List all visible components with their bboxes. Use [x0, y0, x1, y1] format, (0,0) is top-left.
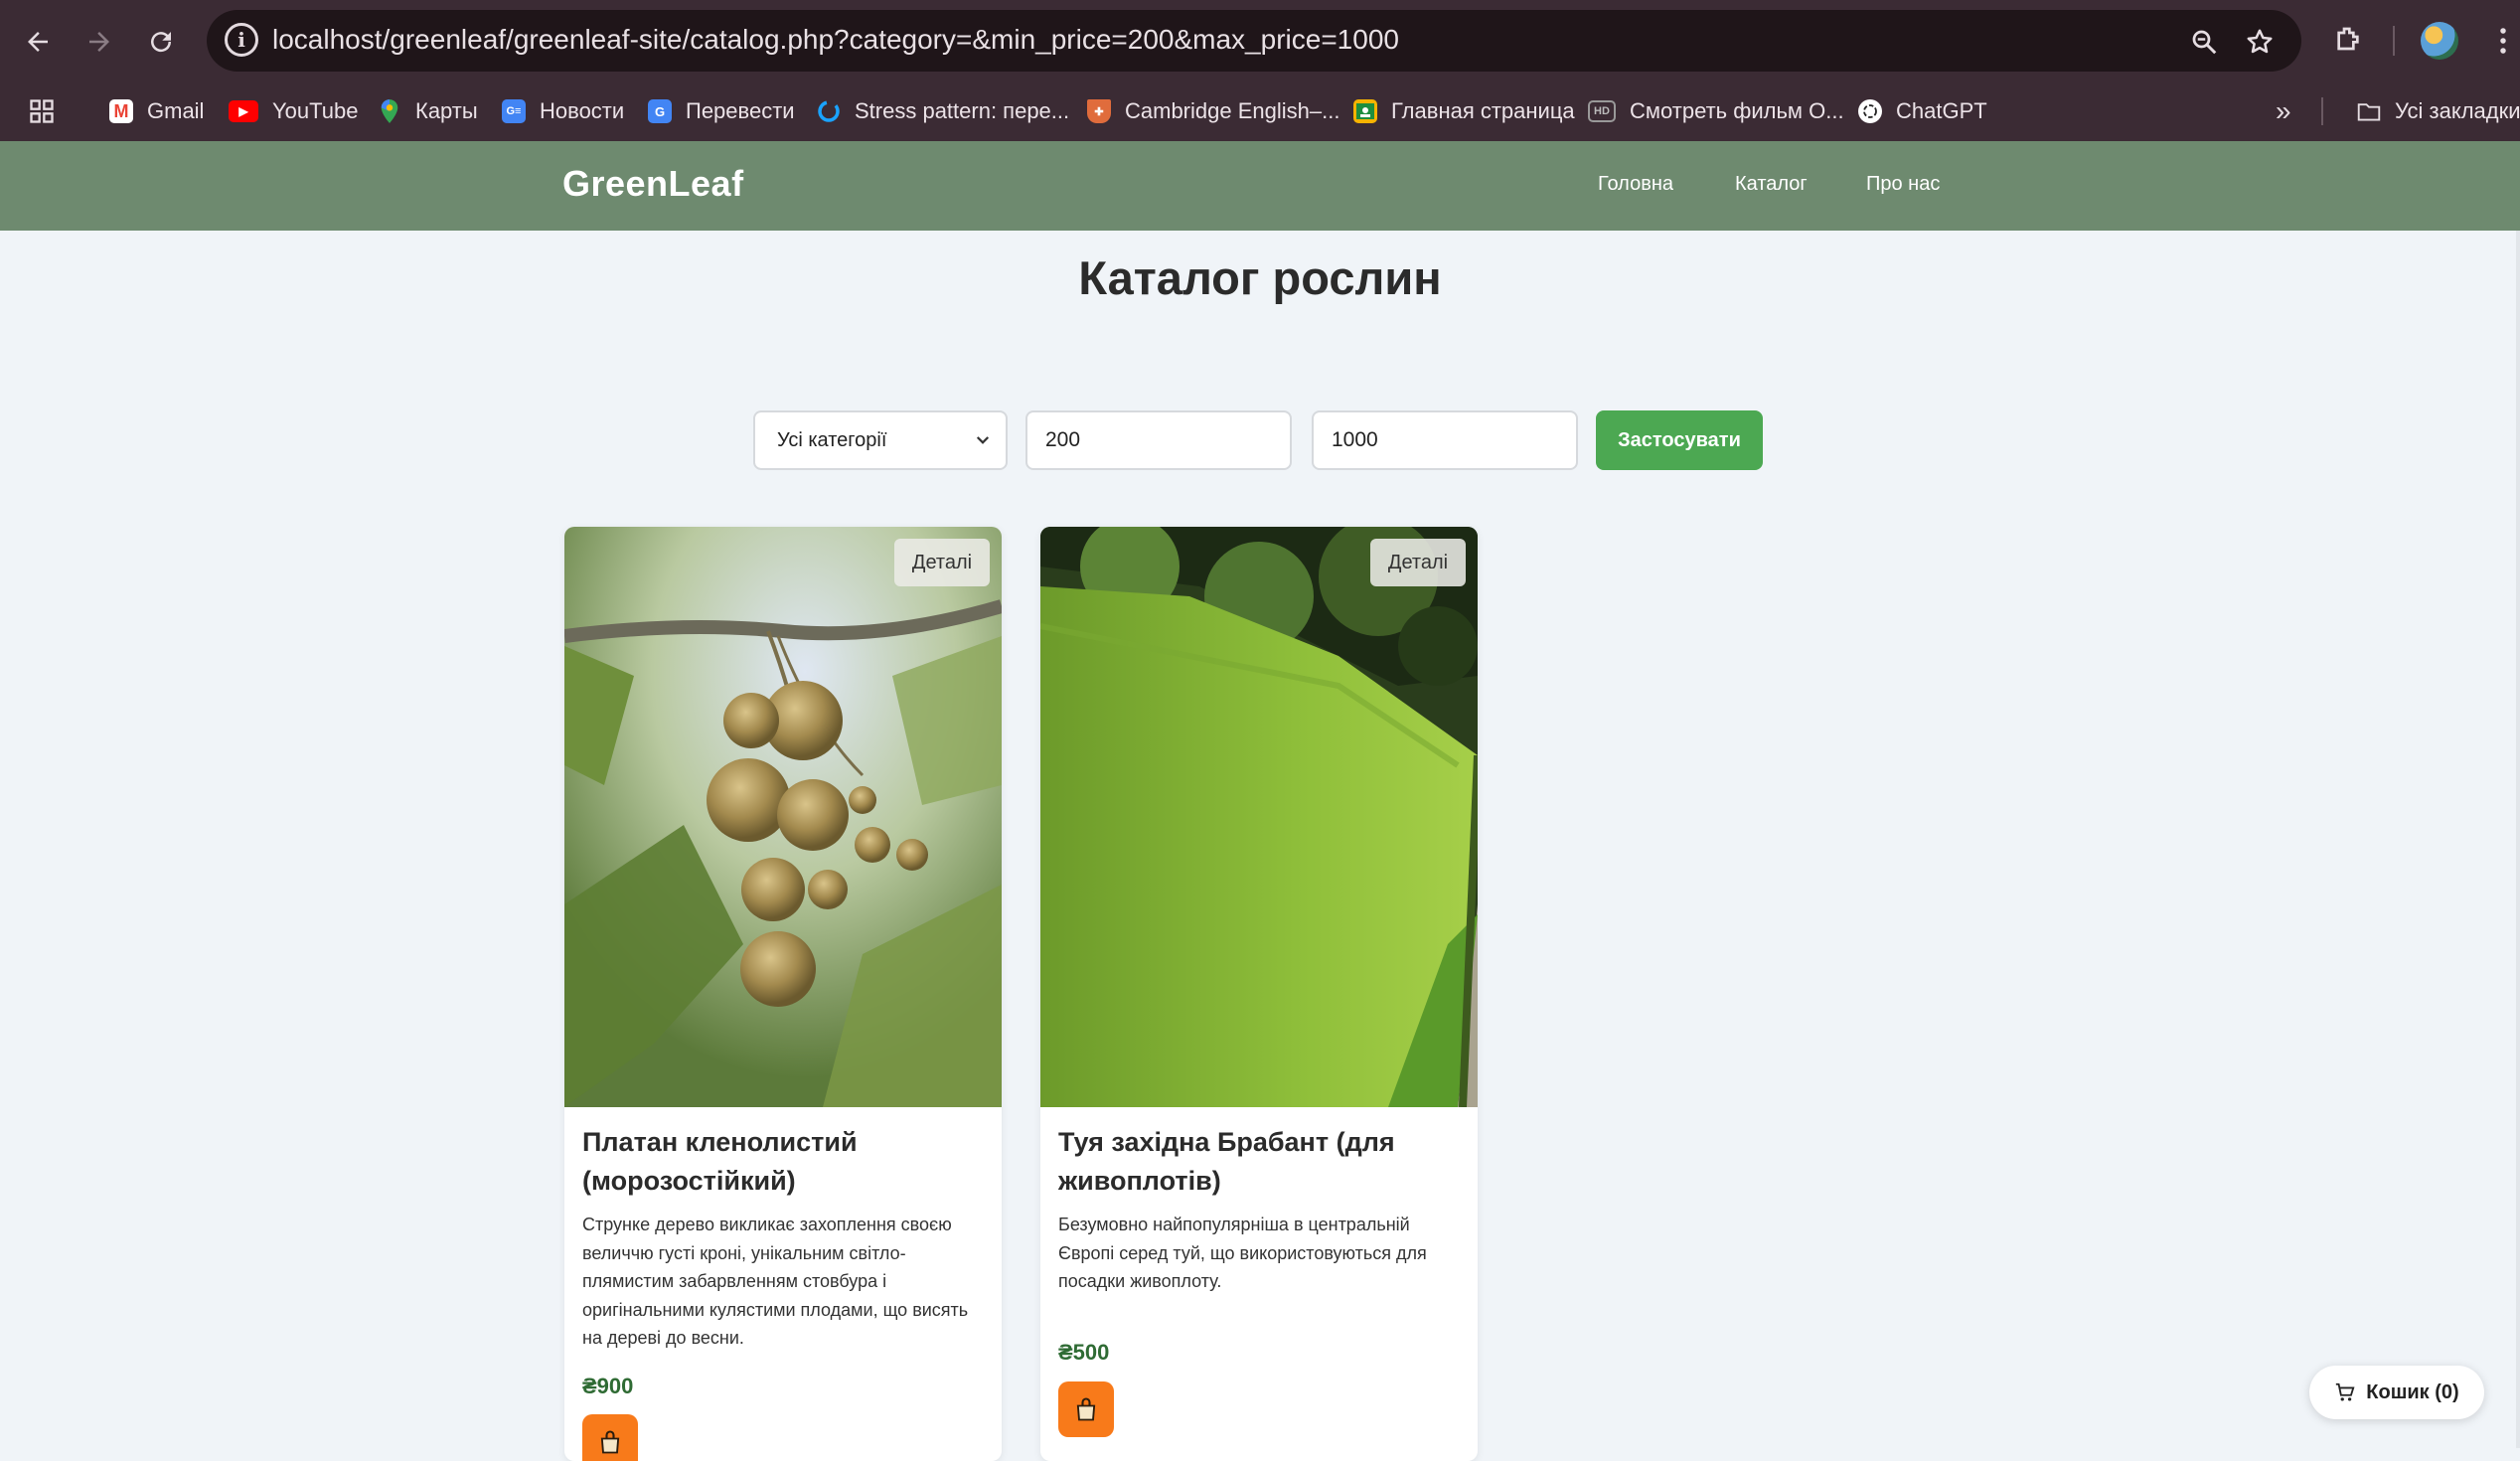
bookmark-label: ChatGPT	[1896, 98, 1987, 123]
add-to-cart-button[interactable]	[1058, 1381, 1114, 1437]
translate-icon: G	[648, 99, 672, 123]
category-select[interactable]: Усі категорії	[753, 410, 1008, 470]
classroom-icon	[1353, 99, 1377, 123]
details-button[interactable]: Деталі	[1370, 539, 1466, 586]
bookmark-news[interactable]: G≡ Новости	[502, 93, 624, 129]
nav-link-catalog[interactable]: Каталог	[1735, 173, 1808, 196]
min-price-input[interactable]: 200	[1025, 410, 1292, 470]
bookmark-translate[interactable]: G Перевести	[648, 93, 795, 129]
bookmark-maps[interactable]: Карты	[378, 93, 478, 129]
profile-avatar[interactable]	[2421, 22, 2458, 60]
folder-icon	[2357, 99, 2381, 123]
toolbar-divider	[2393, 26, 2395, 56]
page-title: Каталог рослин	[1078, 251, 1442, 304]
product-image-thuja-hedge[interactable]	[1040, 527, 1478, 1107]
bookmark-gmail[interactable]: M Gmail	[109, 93, 204, 129]
nav-link-about[interactable]: Про нас	[1866, 173, 1940, 196]
chatgpt-icon	[1858, 99, 1882, 123]
reload-icon	[151, 32, 172, 53]
add-to-cart-button[interactable]	[582, 1414, 638, 1461]
browser-toolbar: i localhost/greenleaf/greenleaf-site/cat…	[0, 0, 2520, 81]
cart-icon	[2336, 1382, 2355, 1401]
cart-button[interactable]: Кошик (0)	[2309, 1366, 2484, 1419]
site-header: GreenLeaf Головна Каталог Про нас	[0, 141, 2520, 231]
gmail-icon: M	[109, 99, 133, 123]
news-icon: G≡	[502, 99, 526, 123]
category-selected-value: Усі категорії	[777, 429, 887, 451]
bookmark-stress-pattern[interactable]: Stress pattern: пере...	[817, 93, 1069, 129]
all-bookmarks-folder[interactable]: Усі закладки	[2357, 93, 2520, 129]
back-button[interactable]	[10, 14, 66, 70]
details-button[interactable]: Деталі	[894, 539, 990, 586]
bookmark-label: Главная страница	[1391, 98, 1575, 123]
nav-link-home[interactable]: Головна	[1598, 173, 1673, 196]
site-info-icon[interactable]: i	[225, 23, 258, 57]
hd-icon: HD	[1588, 100, 1616, 122]
bookmark-label: Cambridge English–...	[1125, 98, 1340, 123]
address-bar[interactable]: i localhost/greenleaf/greenleaf-site/cat…	[207, 10, 2301, 72]
cambridge-shield-icon: ✚	[1087, 99, 1111, 123]
bookmark-label: Карты	[415, 98, 478, 123]
product-card: Деталі Туя західна Брабант (для живоплот…	[1040, 527, 1478, 1461]
bookmark-youtube[interactable]: ▶ YouTube	[229, 93, 358, 129]
bookmarks-bar: M Gmail ▶ YouTube Карты G≡ Новости G Пер…	[0, 81, 2520, 142]
product-price: ₴500	[1058, 1340, 1110, 1365]
site-logo[interactable]: GreenLeaf	[562, 163, 744, 205]
cart-label: Кошик (0)	[2366, 1380, 2459, 1403]
apply-filters-button[interactable]: Застосувати	[1596, 410, 1763, 470]
product-image-plane-tree[interactable]	[564, 527, 1002, 1107]
maps-pin-icon	[378, 99, 401, 123]
bookmark-chatgpt[interactable]: ChatGPT	[1858, 93, 1987, 129]
bookmark-label: Смотреть фильм О...	[1630, 98, 1844, 123]
star-bookmark-icon[interactable]	[2240, 22, 2280, 62]
apps-grid-icon[interactable]	[28, 93, 56, 129]
shopping-bag-icon	[1076, 1397, 1096, 1421]
product-card: Деталі Платан кленолистий (морозостійкий…	[564, 527, 1002, 1461]
page-scrollbar[interactable]	[2516, 231, 2520, 1448]
product-price: ₴900	[582, 1374, 634, 1398]
zoom-icon[interactable]	[2184, 22, 2224, 62]
browser-menu-icon[interactable]	[2478, 16, 2520, 66]
extensions-icon[interactable]	[2323, 16, 2373, 66]
max-price-input[interactable]: 1000	[1312, 410, 1578, 470]
bookmark-label: Новости	[540, 98, 625, 123]
more-bookmarks-icon[interactable]: »	[2276, 93, 2291, 129]
bookmark-cambridge[interactable]: ✚ Cambridge English–...	[1087, 93, 1339, 129]
product-title[interactable]: Платан кленолистий (морозостійкий)	[582, 1123, 980, 1201]
product-description: Струнке дерево викликає захоплення своєю…	[582, 1215, 969, 1348]
bookmark-label: YouTube	[272, 98, 359, 123]
shopping-bag-icon	[600, 1430, 620, 1454]
bookmark-label: Перевести	[686, 98, 795, 123]
url-text[interactable]: localhost/greenleaf/greenleaf-site/catal…	[272, 24, 1399, 56]
arrow-right-icon	[89, 32, 109, 52]
forward-button[interactable]	[72, 14, 127, 70]
product-description: Безумовно найпопулярніша в центральній Є…	[1058, 1215, 1427, 1291]
bookmarks-divider	[2321, 97, 2323, 125]
bookmark-label: Gmail	[147, 98, 205, 123]
bookmark-label: Stress pattern: пере...	[855, 98, 1070, 123]
youtube-icon: ▶	[229, 100, 258, 122]
all-bookmarks-label: Усі закладки	[2395, 98, 2520, 123]
arrow-left-icon	[28, 32, 48, 52]
bookmark-main-page[interactable]: Главная страница	[1353, 93, 1575, 129]
chevron-down-icon	[974, 412, 992, 471]
reload-button[interactable]	[133, 14, 189, 70]
product-title[interactable]: Туя західна Брабант (для живоплотів)	[1058, 1123, 1456, 1201]
loop-icon	[817, 99, 841, 123]
bookmark-movie[interactable]: HD Смотреть фильм О...	[1588, 93, 1844, 129]
